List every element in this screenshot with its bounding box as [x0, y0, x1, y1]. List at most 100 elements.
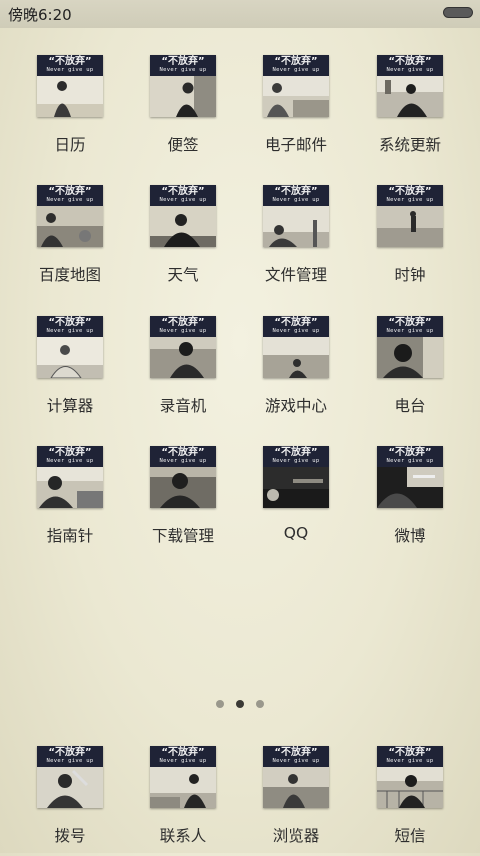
banner-subtitle: Never give up [46, 328, 94, 334]
photo-image [150, 206, 216, 247]
app-thumbnail[interactable]: “不放弃” Never give up [37, 55, 103, 117]
photo-image [263, 76, 329, 117]
banner-subtitle: Never give up [46, 458, 94, 464]
app-thumbnail[interactable]: “不放弃” Never give up [377, 55, 443, 117]
app-thumbnail[interactable]: “不放弃” Never give up [263, 185, 329, 247]
banner-title: “不放弃” [161, 447, 205, 458]
app-label: 电台 [394, 397, 426, 415]
app-label: 日历 [54, 136, 86, 154]
app-icon[interactable]: “不放弃” Never give up 文件管理 [241, 185, 351, 295]
banner-title: “不放弃” [48, 317, 92, 328]
app-icon[interactable]: “不放弃” Never give up 联系人 [128, 746, 238, 856]
thumbnail-banner: “不放弃” Never give up [263, 746, 329, 767]
photo-image [263, 206, 329, 247]
thumbnail-banner: “不放弃” Never give up [377, 316, 443, 337]
photo-image [150, 767, 216, 808]
thumbnail-banner: “不放弃” Never give up [263, 185, 329, 206]
app-thumbnail[interactable]: “不放弃” Never give up [37, 746, 103, 808]
page-indicator[interactable] [0, 698, 480, 710]
page-dot[interactable] [256, 700, 264, 708]
app-icon[interactable]: “不放弃” Never give up 录音机 [128, 316, 238, 426]
app-thumbnail[interactable]: “不放弃” Never give up [377, 446, 443, 508]
thumbnail-banner: “不放弃” Never give up [263, 316, 329, 337]
thumbnail-banner: “不放弃” Never give up [37, 316, 103, 337]
app-thumbnail[interactable]: “不放弃” Never give up [150, 746, 216, 808]
page-dot[interactable] [216, 700, 224, 708]
app-label: 拨号 [54, 827, 86, 845]
photo-image [37, 337, 103, 378]
app-icon[interactable]: “不放弃” Never give up 游戏中心 [241, 316, 351, 426]
app-icon[interactable]: “不放弃” Never give up 系统更新 [355, 55, 465, 165]
app-icon[interactable]: “不放弃” Never give up 电台 [355, 316, 465, 426]
banner-subtitle: Never give up [386, 458, 434, 464]
banner-title: “不放弃” [274, 447, 318, 458]
app-label: 联系人 [159, 827, 207, 845]
app-thumbnail[interactable]: “不放弃” Never give up [263, 316, 329, 378]
app-label: 录音机 [159, 397, 207, 415]
app-label: 游戏中心 [264, 397, 327, 415]
thumbnail-banner: “不放弃” Never give up [377, 55, 443, 76]
app-thumbnail[interactable]: “不放弃” Never give up [150, 446, 216, 508]
app-thumbnail[interactable]: “不放弃” Never give up [37, 446, 103, 508]
banner-subtitle: Never give up [46, 197, 94, 203]
banner-title: “不放弃” [48, 186, 92, 197]
banner-subtitle: Never give up [159, 67, 207, 73]
app-icon[interactable]: “不放弃” Never give up 下载管理 [128, 446, 238, 556]
banner-title: “不放弃” [161, 56, 205, 67]
banner-title: “不放弃” [48, 747, 92, 758]
app-thumbnail[interactable]: “不放弃” Never give up [263, 746, 329, 808]
app-thumbnail[interactable]: “不放弃” Never give up [263, 55, 329, 117]
app-label: 时钟 [394, 266, 426, 284]
battery-icon [443, 7, 473, 18]
banner-subtitle: Never give up [272, 67, 320, 73]
app-thumbnail[interactable]: “不放弃” Never give up [37, 185, 103, 247]
app-icon[interactable]: “不放弃” Never give up 日历 [15, 55, 125, 165]
status-bar: 傍晚6:20 [0, 0, 480, 28]
thumbnail-banner: “不放弃” Never give up [150, 446, 216, 467]
app-thumbnail[interactable]: “不放弃” Never give up [150, 185, 216, 247]
app-icon[interactable]: “不放弃” Never give up 短信 [355, 746, 465, 856]
app-icon[interactable]: “不放弃” Never give up 便签 [128, 55, 238, 165]
thumbnail-banner: “不放弃” Never give up [377, 185, 443, 206]
banner-title: “不放弃” [388, 186, 432, 197]
app-thumbnail[interactable]: “不放弃” Never give up [150, 316, 216, 378]
app-thumbnail[interactable]: “不放弃” Never give up [377, 316, 443, 378]
app-label: 浏览器 [272, 827, 320, 845]
banner-title: “不放弃” [388, 747, 432, 758]
banner-title: “不放弃” [388, 56, 432, 67]
photo-image [263, 767, 329, 808]
banner-subtitle: Never give up [159, 758, 207, 764]
app-thumbnail[interactable]: “不放弃” Never give up [263, 446, 329, 508]
app-icon[interactable]: “不放弃” Never give up 计算器 [15, 316, 125, 426]
banner-subtitle: Never give up [386, 197, 434, 203]
app-label: 系统更新 [378, 136, 441, 154]
app-label: QQ [283, 524, 309, 542]
thumbnail-banner: “不放弃” Never give up [377, 746, 443, 767]
banner-subtitle: Never give up [386, 758, 434, 764]
app-icon[interactable]: “不放弃” Never give up QQ [241, 446, 351, 556]
photo-image [263, 467, 329, 508]
banner-title: “不放弃” [274, 317, 318, 328]
app-icon[interactable]: “不放弃” Never give up 百度地图 [15, 185, 125, 295]
app-thumbnail[interactable]: “不放弃” Never give up [37, 316, 103, 378]
app-icon[interactable]: “不放弃” Never give up 微博 [355, 446, 465, 556]
banner-title: “不放弃” [48, 447, 92, 458]
app-icon[interactable]: “不放弃” Never give up 天气 [128, 185, 238, 295]
banner-subtitle: Never give up [386, 328, 434, 334]
photo-image [37, 767, 103, 808]
photo-image [377, 337, 443, 378]
page-dot[interactable] [236, 700, 244, 708]
app-thumbnail[interactable]: “不放弃” Never give up [377, 185, 443, 247]
status-time: 傍晚6:20 [8, 6, 72, 24]
app-icon[interactable]: “不放弃” Never give up 拨号 [15, 746, 125, 856]
app-icon[interactable]: “不放弃” Never give up 电子邮件 [241, 55, 351, 165]
app-label: 指南针 [46, 527, 94, 545]
app-thumbnail[interactable]: “不放弃” Never give up [150, 55, 216, 117]
app-icon[interactable]: “不放弃” Never give up 时钟 [355, 185, 465, 295]
app-icon[interactable]: “不放弃” Never give up 指南针 [15, 446, 125, 556]
app-icon[interactable]: “不放弃” Never give up 浏览器 [241, 746, 351, 856]
app-thumbnail[interactable]: “不放弃” Never give up [377, 746, 443, 808]
app-label: 下载管理 [151, 527, 214, 545]
banner-title: “不放弃” [161, 747, 205, 758]
photo-image [377, 206, 443, 247]
